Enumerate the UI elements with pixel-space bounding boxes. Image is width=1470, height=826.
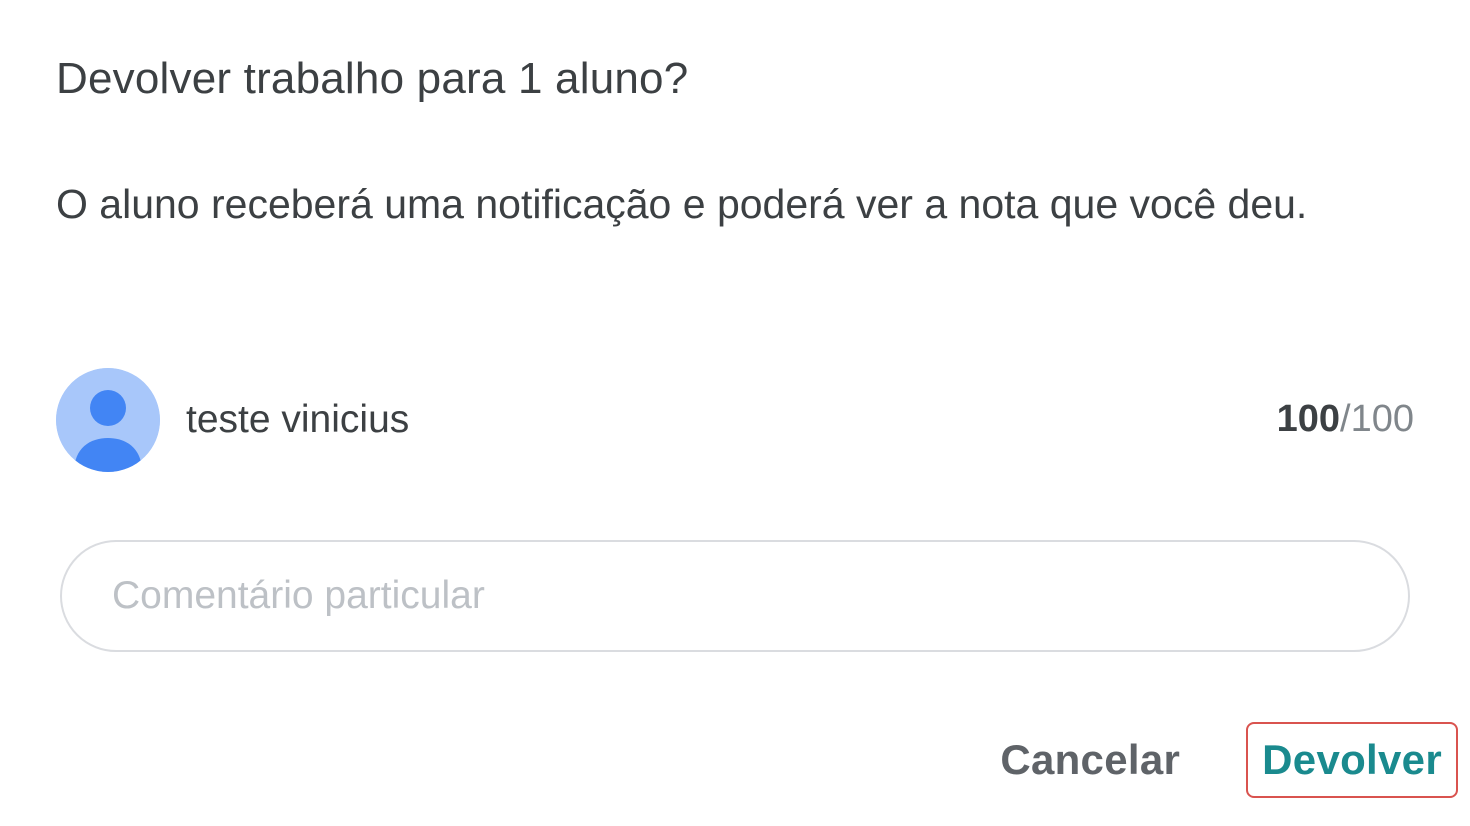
student-grade: 100/100 — [1277, 398, 1414, 441]
grade-separator: / — [1340, 398, 1351, 440]
dialog-actions: Cancelar Devolver — [986, 722, 1458, 798]
cancel-button[interactable]: Cancelar — [986, 722, 1194, 798]
dialog-message: O aluno receberá uma notificação e poder… — [56, 181, 1308, 227]
private-comment-input[interactable] — [60, 540, 1410, 652]
return-button[interactable]: Devolver — [1246, 722, 1458, 798]
dialog-title: Devolver trabalho para 1 aluno? — [56, 54, 689, 103]
student-row: teste vinicius 100/100 — [56, 368, 1414, 474]
return-work-dialog: Devolver trabalho para 1 aluno? O aluno … — [0, 0, 1470, 826]
grade-total: 100 — [1350, 398, 1414, 440]
person-avatar-icon — [56, 368, 160, 472]
grade-value: 100 — [1276, 398, 1341, 440]
student-name: teste vinicius — [186, 398, 410, 441]
